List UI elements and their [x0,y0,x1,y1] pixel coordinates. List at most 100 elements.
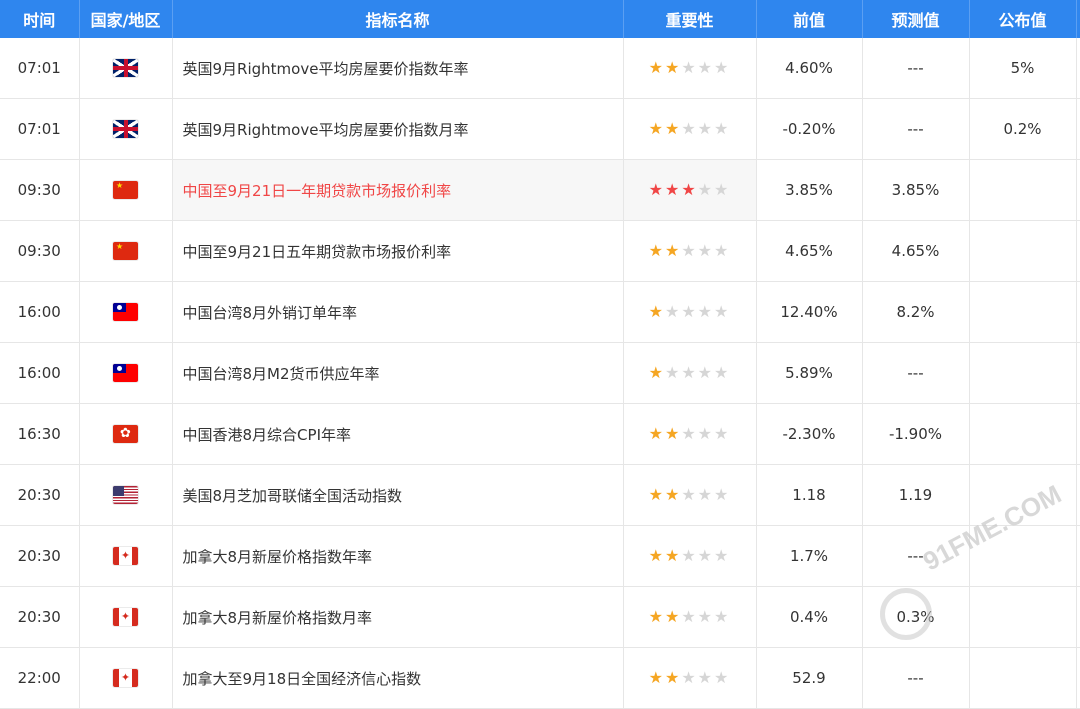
importance-cell: ★★★★★ [623,281,757,343]
indicator-name-cell[interactable]: 加拿大8月新屋价格指数月率 [172,586,624,648]
actual-value-cell: 5% [969,38,1077,99]
previous-value-cell: 1.18 [756,464,863,526]
forecast-value-cell: --- [862,38,970,99]
table-row[interactable]: 09:30中国至9月21日一年期贷款市场报价利率★★★★★3.85%3.85% [0,159,1080,221]
table-row[interactable]: 16:00 中国台湾8月外销订单年率 ★★★★★ 12.40% 8.2% [0,281,1080,343]
spacer-cell [1076,525,1080,587]
indicator-name-cell[interactable]: 英国9月Rightmove平均房屋要价指数月率 [172,98,624,160]
star-filled-icon: ★ [648,363,665,382]
time-cell: 22:00 [0,647,80,709]
importance-stars: ★★★★★ [649,365,731,381]
importance-cell: ★★★★★ [623,403,757,465]
table-row[interactable]: 20:30 美国8月芝加哥联储全国活动指数 ★★★★★ 1.18 1.19 [0,464,1080,526]
indicator-name-cell[interactable]: 中国香港8月综合CPI年率 [172,403,624,465]
china-flag-icon [113,181,138,200]
canada-flag-icon [113,669,138,688]
star-empty-icon: ★ [697,424,715,443]
actual-value-cell [969,525,1077,587]
table-row[interactable]: 16:00 中国台湾8月M2货币供应年率 ★★★★★ 5.89% --- [0,342,1080,404]
spacer-cell [1076,464,1080,526]
star-empty-icon: ★ [697,302,715,321]
actual-value-cell [969,586,1077,648]
star-filled-icon: ★ [664,180,682,199]
table-row[interactable]: 07:01 英国9月Rightmove平均房屋要价指数年率 ★★★★★ 4.60% --… [0,38,1080,99]
importance-stars: ★★★★★ [649,548,731,564]
indicator-name-cell[interactable]: 中国台湾8月M2货币供应年率 [172,342,624,404]
star-filled-icon: ★ [664,241,682,260]
country-cell [79,342,173,404]
star-empty-icon: ★ [714,607,731,626]
star-filled-icon: ★ [648,607,665,626]
taiwan-flag-icon [113,303,138,322]
star-empty-icon: ★ [714,302,731,321]
star-empty-icon: ★ [681,424,698,443]
indicator-name-cell[interactable]: 美国8月芝加哥联储全国活动指数 [172,464,624,526]
star-filled-icon: ★ [664,424,682,443]
star-empty-icon: ★ [697,668,715,687]
spacer-cell [1076,342,1080,404]
table-row[interactable]: 16:30中国香港8月综合CPI年率★★★★★-2.30%-1.90% [0,403,1080,465]
actual-value-cell [969,220,1077,282]
header-indicator-name: 指标名称 [172,0,624,38]
table-row[interactable]: 22:00加拿大至9月18日全国经济信心指数★★★★★52.9--- [0,647,1080,709]
table-row[interactable]: 20:30加拿大8月新屋价格指数年率★★★★★1.7%--- [0,525,1080,587]
forecast-value-cell: 3.85% [862,159,970,221]
importance-cell: ★★★★★ [623,220,757,282]
header-previous: 前值 [756,0,863,38]
forecast-value-cell: -1.90% [862,403,970,465]
country-cell [79,403,173,465]
importance-stars: ★★★★★ [649,60,731,76]
importance-stars: ★★★★★ [649,487,731,503]
indicator-name-cell[interactable]: 英国9月Rightmove平均房屋要价指数年率 [172,38,624,99]
indicator-name-cell[interactable]: 中国至9月21日一年期贷款市场报价利率 [172,159,624,221]
indicator-name-cell[interactable]: 中国台湾8月外销订单年率 [172,281,624,343]
forecast-value-cell: --- [862,98,970,160]
star-empty-icon: ★ [714,668,731,687]
star-empty-icon: ★ [697,241,715,260]
time-cell: 16:00 [0,281,80,343]
uk-flag-icon [113,120,138,139]
country-cell [79,220,173,282]
uk-flag-icon [113,59,138,78]
star-empty-icon: ★ [681,668,698,687]
importance-cell: ★★★★★ [623,98,757,160]
actual-value-cell [969,159,1077,221]
star-empty-icon: ★ [681,607,698,626]
importance-stars: ★★★★★ [649,243,731,259]
star-empty-icon: ★ [681,119,698,138]
time-cell: 20:30 [0,586,80,648]
previous-value-cell: 4.65% [756,220,863,282]
actual-value-cell [969,342,1077,404]
star-filled-icon: ★ [648,485,665,504]
country-cell [79,525,173,587]
canada-flag-icon [113,547,138,566]
time-cell: 20:30 [0,464,80,526]
star-empty-icon: ★ [697,607,715,626]
star-filled-icon: ★ [664,546,682,565]
header-importance: 重要性 [623,0,757,38]
canada-flag-icon [113,608,138,627]
forecast-value-cell: --- [862,525,970,587]
country-cell [79,38,173,99]
china-flag-icon [113,242,138,261]
previous-value-cell: -2.30% [756,403,863,465]
star-empty-icon: ★ [697,58,715,77]
time-cell: 07:01 [0,98,80,160]
star-filled-icon: ★ [664,58,682,77]
star-filled-icon: ★ [648,546,665,565]
star-empty-icon: ★ [664,302,682,321]
header-spacer [1076,0,1080,38]
star-filled-icon: ★ [664,668,682,687]
importance-stars: ★★★★★ [649,121,731,137]
previous-value-cell: 5.89% [756,342,863,404]
time-cell: 07:01 [0,38,80,99]
forecast-value-cell: 8.2% [862,281,970,343]
table-row[interactable]: 07:01 英国9月Rightmove平均房屋要价指数月率 ★★★★★ -0.20% -… [0,98,1080,160]
indicator-name-cell[interactable]: 中国至9月21日五年期贷款市场报价利率 [172,220,624,282]
indicator-name-cell[interactable]: 加拿大至9月18日全国经济信心指数 [172,647,624,709]
table-row[interactable]: 20:30加拿大8月新屋价格指数月率★★★★★0.4%0.3% [0,586,1080,648]
indicator-name-cell[interactable]: 加拿大8月新屋价格指数年率 [172,525,624,587]
table-row[interactable]: 09:30中国至9月21日五年期贷款市场报价利率★★★★★4.65%4.65% [0,220,1080,282]
importance-stars: ★★★★★ [649,609,731,625]
previous-value-cell: 4.60% [756,38,863,99]
